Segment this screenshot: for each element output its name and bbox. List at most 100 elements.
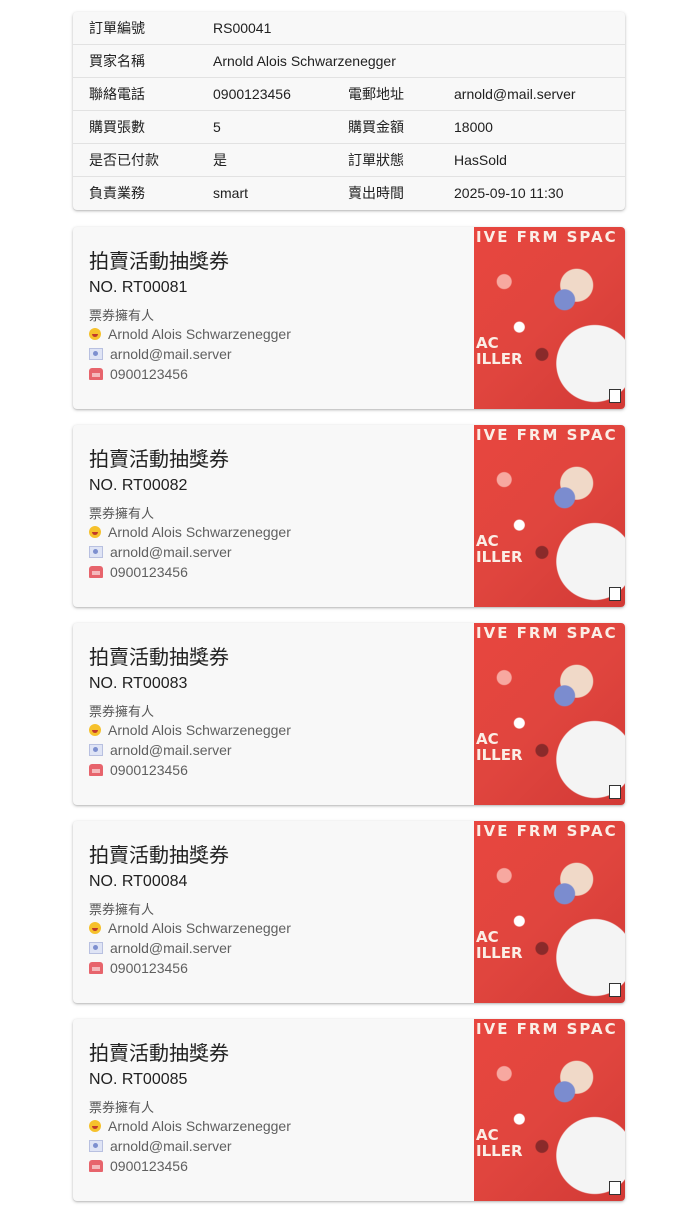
- envelope-icon: [89, 744, 103, 756]
- owner-email-text: arnold@mail.server: [110, 1138, 232, 1154]
- envelope-icon: [89, 348, 103, 360]
- poster-side-text: AC ILLER: [476, 1126, 523, 1160]
- envelope-icon: [89, 546, 103, 558]
- advisory-label-icon: [609, 587, 621, 601]
- ticket-owner-label: 票券擁有人: [89, 506, 155, 521]
- order-row: 負責業務 smart 賣出時間 2025-09-10 11:30: [73, 177, 625, 209]
- owner-email-text: arnold@mail.server: [110, 742, 232, 758]
- order-row: 聯絡電話 0900123456 電郵地址 arnold@mail.server: [73, 78, 625, 111]
- ticket-owner-name: Arnold Alois Schwarzenegger: [89, 722, 291, 738]
- owner-name-text: Arnold Alois Schwarzenegger: [108, 1118, 291, 1134]
- order-field-label: 負責業務: [89, 185, 145, 201]
- poster-side-text: AC ILLER: [476, 928, 523, 962]
- advisory-label-icon: [609, 389, 621, 403]
- order-field-value: arnold@mail.server: [454, 86, 576, 102]
- order-field-value: 18000: [454, 119, 493, 135]
- ticket-number: NO. RT00085: [89, 1071, 188, 1088]
- order-field-label: 訂單編號: [89, 20, 145, 36]
- order-field-label: 購買張數: [89, 119, 145, 135]
- order-field-value: smart: [213, 185, 248, 201]
- order-field-value: 5: [213, 119, 221, 135]
- owner-email-text: arnold@mail.server: [110, 940, 232, 956]
- grinning-face-icon: [89, 1120, 101, 1132]
- grinning-face-icon: [89, 724, 101, 736]
- album-poster-image: IVE FRM SPAC AC ILLER: [474, 623, 625, 805]
- ticket-number: NO. RT00082: [89, 477, 188, 494]
- order-row: 購買張數 5 購買金額 18000: [73, 111, 625, 144]
- order-row: 訂單編號 RS00041: [73, 12, 625, 45]
- order-field-label: 聯絡電話: [89, 86, 145, 102]
- envelope-icon: [89, 942, 103, 954]
- ticket-owner-phone: 0900123456: [89, 366, 188, 382]
- owner-email-text: arnold@mail.server: [110, 544, 232, 560]
- order-field-value: Arnold Alois Schwarzenegger: [213, 53, 396, 69]
- owner-name-text: Arnold Alois Schwarzenegger: [108, 722, 291, 738]
- order-field-label: 是否已付款: [89, 152, 159, 168]
- ticket-number: NO. RT00083: [89, 675, 188, 692]
- ticket-title: 拍賣活動抽獎券: [89, 647, 229, 669]
- order-field-label: 購買金額: [348, 119, 404, 135]
- order-field-value: 是: [213, 152, 227, 168]
- envelope-icon: [89, 1140, 103, 1152]
- order-field-value: RS00041: [213, 20, 272, 36]
- poster-top-text: IVE FRM SPAC: [476, 228, 618, 246]
- poster-side-text: AC ILLER: [476, 334, 523, 368]
- order-field-label: 賣出時間: [348, 185, 404, 201]
- owner-name-text: Arnold Alois Schwarzenegger: [108, 524, 291, 540]
- ticket-owner-label: 票券擁有人: [89, 308, 155, 323]
- poster-top-text: IVE FRM SPAC: [476, 624, 618, 642]
- telephone-icon: [89, 962, 103, 974]
- poster-top-text: IVE FRM SPAC: [476, 1020, 618, 1038]
- owner-name-text: Arnold Alois Schwarzenegger: [108, 920, 291, 936]
- ticket-title: 拍賣活動抽獎券: [89, 251, 229, 273]
- advisory-label-icon: [609, 983, 621, 997]
- ticket-card: 拍賣活動抽獎券 NO. RT00084 票券擁有人 Arnold Alois S…: [73, 821, 625, 1003]
- owner-phone-text: 0900123456: [110, 762, 188, 778]
- owner-phone-text: 0900123456: [110, 960, 188, 976]
- order-field-label: 訂單狀態: [348, 152, 404, 168]
- order-field-label: 電郵地址: [348, 86, 404, 102]
- order-field-value: HasSold: [454, 152, 507, 168]
- order-row: 買家名稱 Arnold Alois Schwarzenegger: [73, 45, 625, 78]
- ticket-owner-name: Arnold Alois Schwarzenegger: [89, 326, 291, 342]
- ticket-owner-label: 票券擁有人: [89, 704, 155, 719]
- ticket-owner-phone: 0900123456: [89, 960, 188, 976]
- ticket-owner-email: arnold@mail.server: [89, 346, 232, 362]
- poster-top-text: IVE FRM SPAC: [476, 426, 618, 444]
- ticket-owner-email: arnold@mail.server: [89, 544, 232, 560]
- ticket-title: 拍賣活動抽獎券: [89, 1043, 229, 1065]
- owner-email-text: arnold@mail.server: [110, 346, 232, 362]
- ticket-owner-phone: 0900123456: [89, 762, 188, 778]
- ticket-owner-name: Arnold Alois Schwarzenegger: [89, 1118, 291, 1134]
- grinning-face-icon: [89, 328, 101, 340]
- grinning-face-icon: [89, 526, 101, 538]
- ticket-owner-name: Arnold Alois Schwarzenegger: [89, 920, 291, 936]
- ticket-number: NO. RT00084: [89, 873, 188, 890]
- owner-phone-text: 0900123456: [110, 366, 188, 382]
- poster-side-text: AC ILLER: [476, 730, 523, 764]
- ticket-title: 拍賣活動抽獎券: [89, 449, 229, 471]
- album-poster-image: IVE FRM SPAC AC ILLER: [474, 821, 625, 1003]
- order-row: 是否已付款 是 訂單狀態 HasSold: [73, 144, 625, 177]
- grinning-face-icon: [89, 922, 101, 934]
- ticket-number: NO. RT00081: [89, 279, 188, 296]
- ticket-card: 拍賣活動抽獎券 NO. RT00082 票券擁有人 Arnold Alois S…: [73, 425, 625, 607]
- owner-phone-text: 0900123456: [110, 1158, 188, 1174]
- ticket-owner-phone: 0900123456: [89, 564, 188, 580]
- advisory-label-icon: [609, 1181, 621, 1195]
- ticket-title: 拍賣活動抽獎券: [89, 845, 229, 867]
- ticket-owner-email: arnold@mail.server: [89, 742, 232, 758]
- telephone-icon: [89, 1160, 103, 1172]
- order-field-label: 買家名稱: [89, 53, 145, 69]
- telephone-icon: [89, 764, 103, 776]
- poster-top-text: IVE FRM SPAC: [476, 822, 618, 840]
- owner-phone-text: 0900123456: [110, 564, 188, 580]
- order-field-value: 0900123456: [213, 86, 291, 102]
- order-field-value: 2025-09-10 11:30: [454, 185, 564, 201]
- ticket-card: 拍賣活動抽獎券 NO. RT00083 票券擁有人 Arnold Alois S…: [73, 623, 625, 805]
- poster-side-text: AC ILLER: [476, 532, 523, 566]
- ticket-owner-email: arnold@mail.server: [89, 940, 232, 956]
- ticket-owner-phone: 0900123456: [89, 1158, 188, 1174]
- telephone-icon: [89, 566, 103, 578]
- ticket-owner-label: 票券擁有人: [89, 902, 155, 917]
